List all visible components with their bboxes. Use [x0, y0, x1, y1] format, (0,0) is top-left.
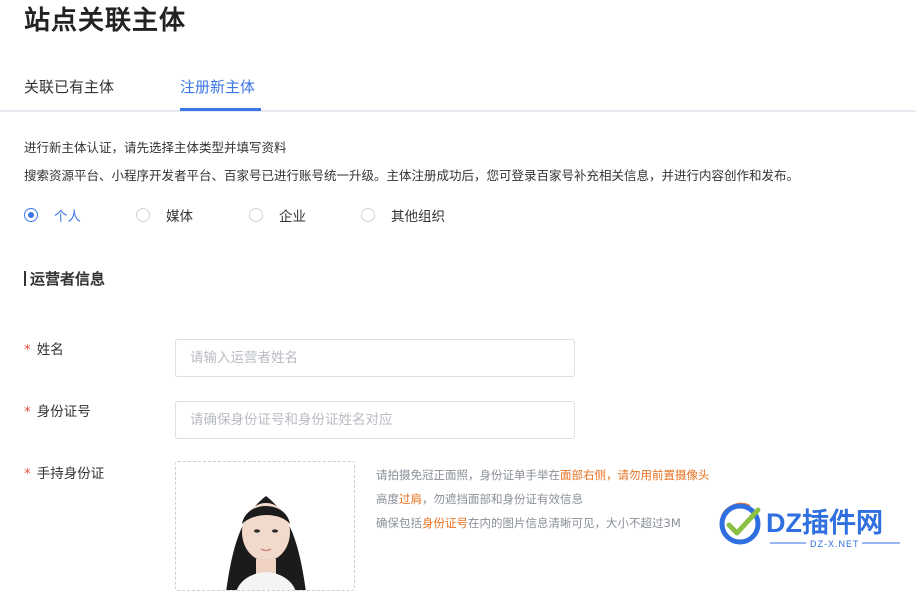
radio-other-org[interactable]: 其他组织: [361, 205, 445, 225]
radio-unchecked-icon: [361, 208, 375, 222]
dz-logo-icon: DZ插件网 DZ-X.NET: [719, 502, 900, 549]
upgrade-notice: 搜索资源平台、小程序开发者平台、百家号已进行账号统一升级。主体注册成功后，您可登…: [24, 168, 800, 183]
section-marker: [24, 271, 26, 286]
radio-unchecked-icon: [249, 208, 263, 222]
radio-unchecked-icon: [136, 208, 150, 222]
tab-bar: 关联已有主体 注册新主体: [0, 70, 916, 112]
dz-logo-sub: DZ-X.NET: [810, 539, 860, 549]
radio-personal[interactable]: 个人: [24, 205, 81, 225]
radio-label: 媒体: [166, 209, 193, 225]
tab-register-new[interactable]: 注册新主体: [180, 76, 255, 97]
section-title-operator-info: 运营者信息: [24, 268, 105, 289]
radio-enterprise[interactable]: 企业: [249, 205, 306, 225]
page-title: 站点关联主体: [24, 6, 187, 36]
radio-label: 个人: [54, 209, 81, 225]
tab-link-existing[interactable]: 关联已有主体: [24, 76, 114, 97]
handheld-id-label: * 手持身份证: [24, 462, 104, 482]
upload-hint-2: 高度过肩，勿遮挡面部和身份证有效信息: [376, 492, 583, 506]
radio-checked-icon: [24, 208, 38, 222]
id-number-label: * 身份证号: [24, 400, 91, 420]
dz-watermark-logo: DZ插件网 DZ-X.NET: [714, 498, 916, 566]
radio-media[interactable]: 媒体: [136, 205, 193, 225]
id-number-label-text: 身份证号: [36, 404, 91, 420]
dz-logo-brand: DZ插件网: [766, 508, 883, 538]
radio-label: 其他组织: [391, 209, 445, 225]
sample-photo-image: [176, 462, 354, 590]
name-label: * 姓名: [24, 338, 64, 358]
required-mark: *: [24, 466, 31, 482]
required-mark: *: [24, 404, 31, 420]
name-input[interactable]: [175, 339, 575, 377]
upload-hint-1: 请拍摄免冠正面照，身份证单手举在面部右侧，请勿用前置摄像头: [376, 468, 710, 482]
section-title-text: 运营者信息: [30, 270, 106, 288]
upload-hint-3: 确保包括身份证号在内的图片信息清晰可见，大小不超过3M: [376, 516, 681, 530]
handheld-id-label-text: 手持身份证: [36, 466, 105, 482]
handheld-id-upload[interactable]: [175, 461, 355, 591]
radio-label: 企业: [279, 209, 306, 225]
required-mark: *: [24, 342, 31, 358]
active-tab-indicator: [180, 108, 261, 111]
name-label-text: 姓名: [36, 342, 64, 358]
intro-text: 进行新主体认证，请先选择主体类型并填写资料: [24, 140, 287, 155]
id-number-input[interactable]: [175, 401, 575, 439]
